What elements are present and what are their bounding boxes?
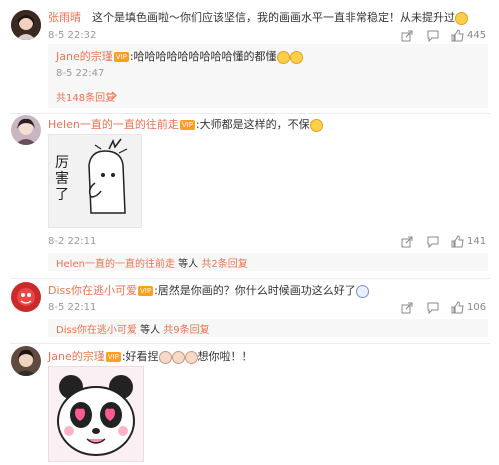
laugh-emoji-icon <box>289 50 303 64</box>
comment-text: 这个是填色画啦～你们应该坚信，我的画画水平一直非常稳定！从未提升过 <box>92 9 468 25</box>
comment-text: 大师都是这样的，不保 <box>199 118 310 131</box>
comment-text: 好看捏 <box>125 350 159 363</box>
vip-badge: VIP <box>179 120 195 130</box>
reply-summary-suffix: 等人 <box>178 259 199 270</box>
comment-text-content: 这个是填色画啦～你们应该坚信，我的画画水平一直非常稳定！从未提升过 <box>92 11 455 24</box>
reply-summary-suffix: 等人 <box>140 325 161 336</box>
share-icon[interactable] <box>401 302 413 314</box>
emoji-icon <box>158 350 172 364</box>
reply-summary-line: Diss你在逃小可爱 等人 共9条回复 <box>56 321 210 336</box>
smile-emoji-icon <box>455 11 468 25</box>
like-count: 445 <box>467 30 487 41</box>
more-replies-link[interactable]: 共148条回复 <box>56 89 115 104</box>
like-icon[interactable] <box>451 235 464 248</box>
avatar[interactable] <box>11 282 41 312</box>
comment-author[interactable]: Helen一直的一直的往前走 <box>48 118 179 131</box>
vip-badge: VIP <box>138 286 154 296</box>
divider <box>10 278 490 279</box>
reply-author[interactable]: Jane的宗瑾 <box>56 50 113 63</box>
avatar[interactable] <box>11 115 41 145</box>
avatar[interactable] <box>11 10 41 40</box>
comment-icon[interactable] <box>427 30 439 42</box>
share-icon[interactable] <box>401 30 413 42</box>
reply-text: 哈哈哈哈哈哈哈哈哈懂的都懂 <box>133 50 277 63</box>
divider <box>10 343 490 344</box>
reply-summary-line: Helen一直的一直的往前走 等人 共2条回复 <box>56 255 248 270</box>
like-icon[interactable] <box>451 29 464 42</box>
comment-icon[interactable] <box>427 302 439 314</box>
sticker-image[interactable] <box>48 366 144 462</box>
emoji-icon <box>171 350 185 364</box>
comment-timestamp: 8-5 22:32 <box>48 30 97 41</box>
divider <box>10 113 490 114</box>
laugh-emoji-icon <box>276 50 290 64</box>
sticker-image[interactable]: 厉害了 <box>48 134 142 228</box>
chevron-right-icon <box>111 91 117 100</box>
emoji-icon <box>309 118 323 132</box>
reply-summary-author[interactable]: Diss你在逃小可爱 <box>56 325 137 336</box>
reply-summary-count[interactable]: 共2条回复 <box>201 259 247 270</box>
comment-timestamp: 8-5 22:11 <box>48 302 97 313</box>
vip-badge: VIP <box>113 52 129 62</box>
emoji-icon <box>184 350 198 364</box>
share-icon[interactable] <box>401 236 413 248</box>
like-count: 141 <box>467 236 487 247</box>
like-icon[interactable] <box>451 301 464 314</box>
comment-text-2: 想你啦！！ <box>197 350 253 363</box>
comment-author[interactable]: Jane的宗瑾 <box>48 350 105 363</box>
reply-summary-author[interactable]: Helen一直的一直的往前走 <box>56 259 175 270</box>
reply-summary-count[interactable]: 共9条回复 <box>163 325 209 336</box>
emoji-icon <box>355 284 369 298</box>
reply-line: Jane的宗瑾 VIP:哈哈哈哈哈哈哈哈哈懂的都懂 <box>56 48 303 64</box>
like-count: 106 <box>467 302 487 313</box>
comment-timestamp: 8-2 22:11 <box>48 236 97 247</box>
comment-line: Jane的宗瑾 VIP:好看捏 想你啦！！ <box>48 350 253 364</box>
comment-icon[interactable] <box>427 236 439 248</box>
reply-timestamp: 8-5 22:47 <box>56 68 105 79</box>
sticker-caption: 厉害了 <box>55 155 69 203</box>
avatar[interactable] <box>11 346 41 376</box>
vip-badge: VIP <box>105 352 121 362</box>
comment-author[interactable]: Diss你在逃小可爱 <box>48 284 137 297</box>
comment-author[interactable]: 张雨晴 <box>48 9 81 25</box>
comment-line: Helen一直的一直的往前走 VIP:大师都是这样的，不保 <box>48 116 323 132</box>
comment-line: Diss你在逃小可爱 VIP:居然是你画的？你什么时候画功这么好了 <box>48 282 369 298</box>
comment-text: 居然是你画的？你什么时候画功这么好了 <box>157 284 356 297</box>
